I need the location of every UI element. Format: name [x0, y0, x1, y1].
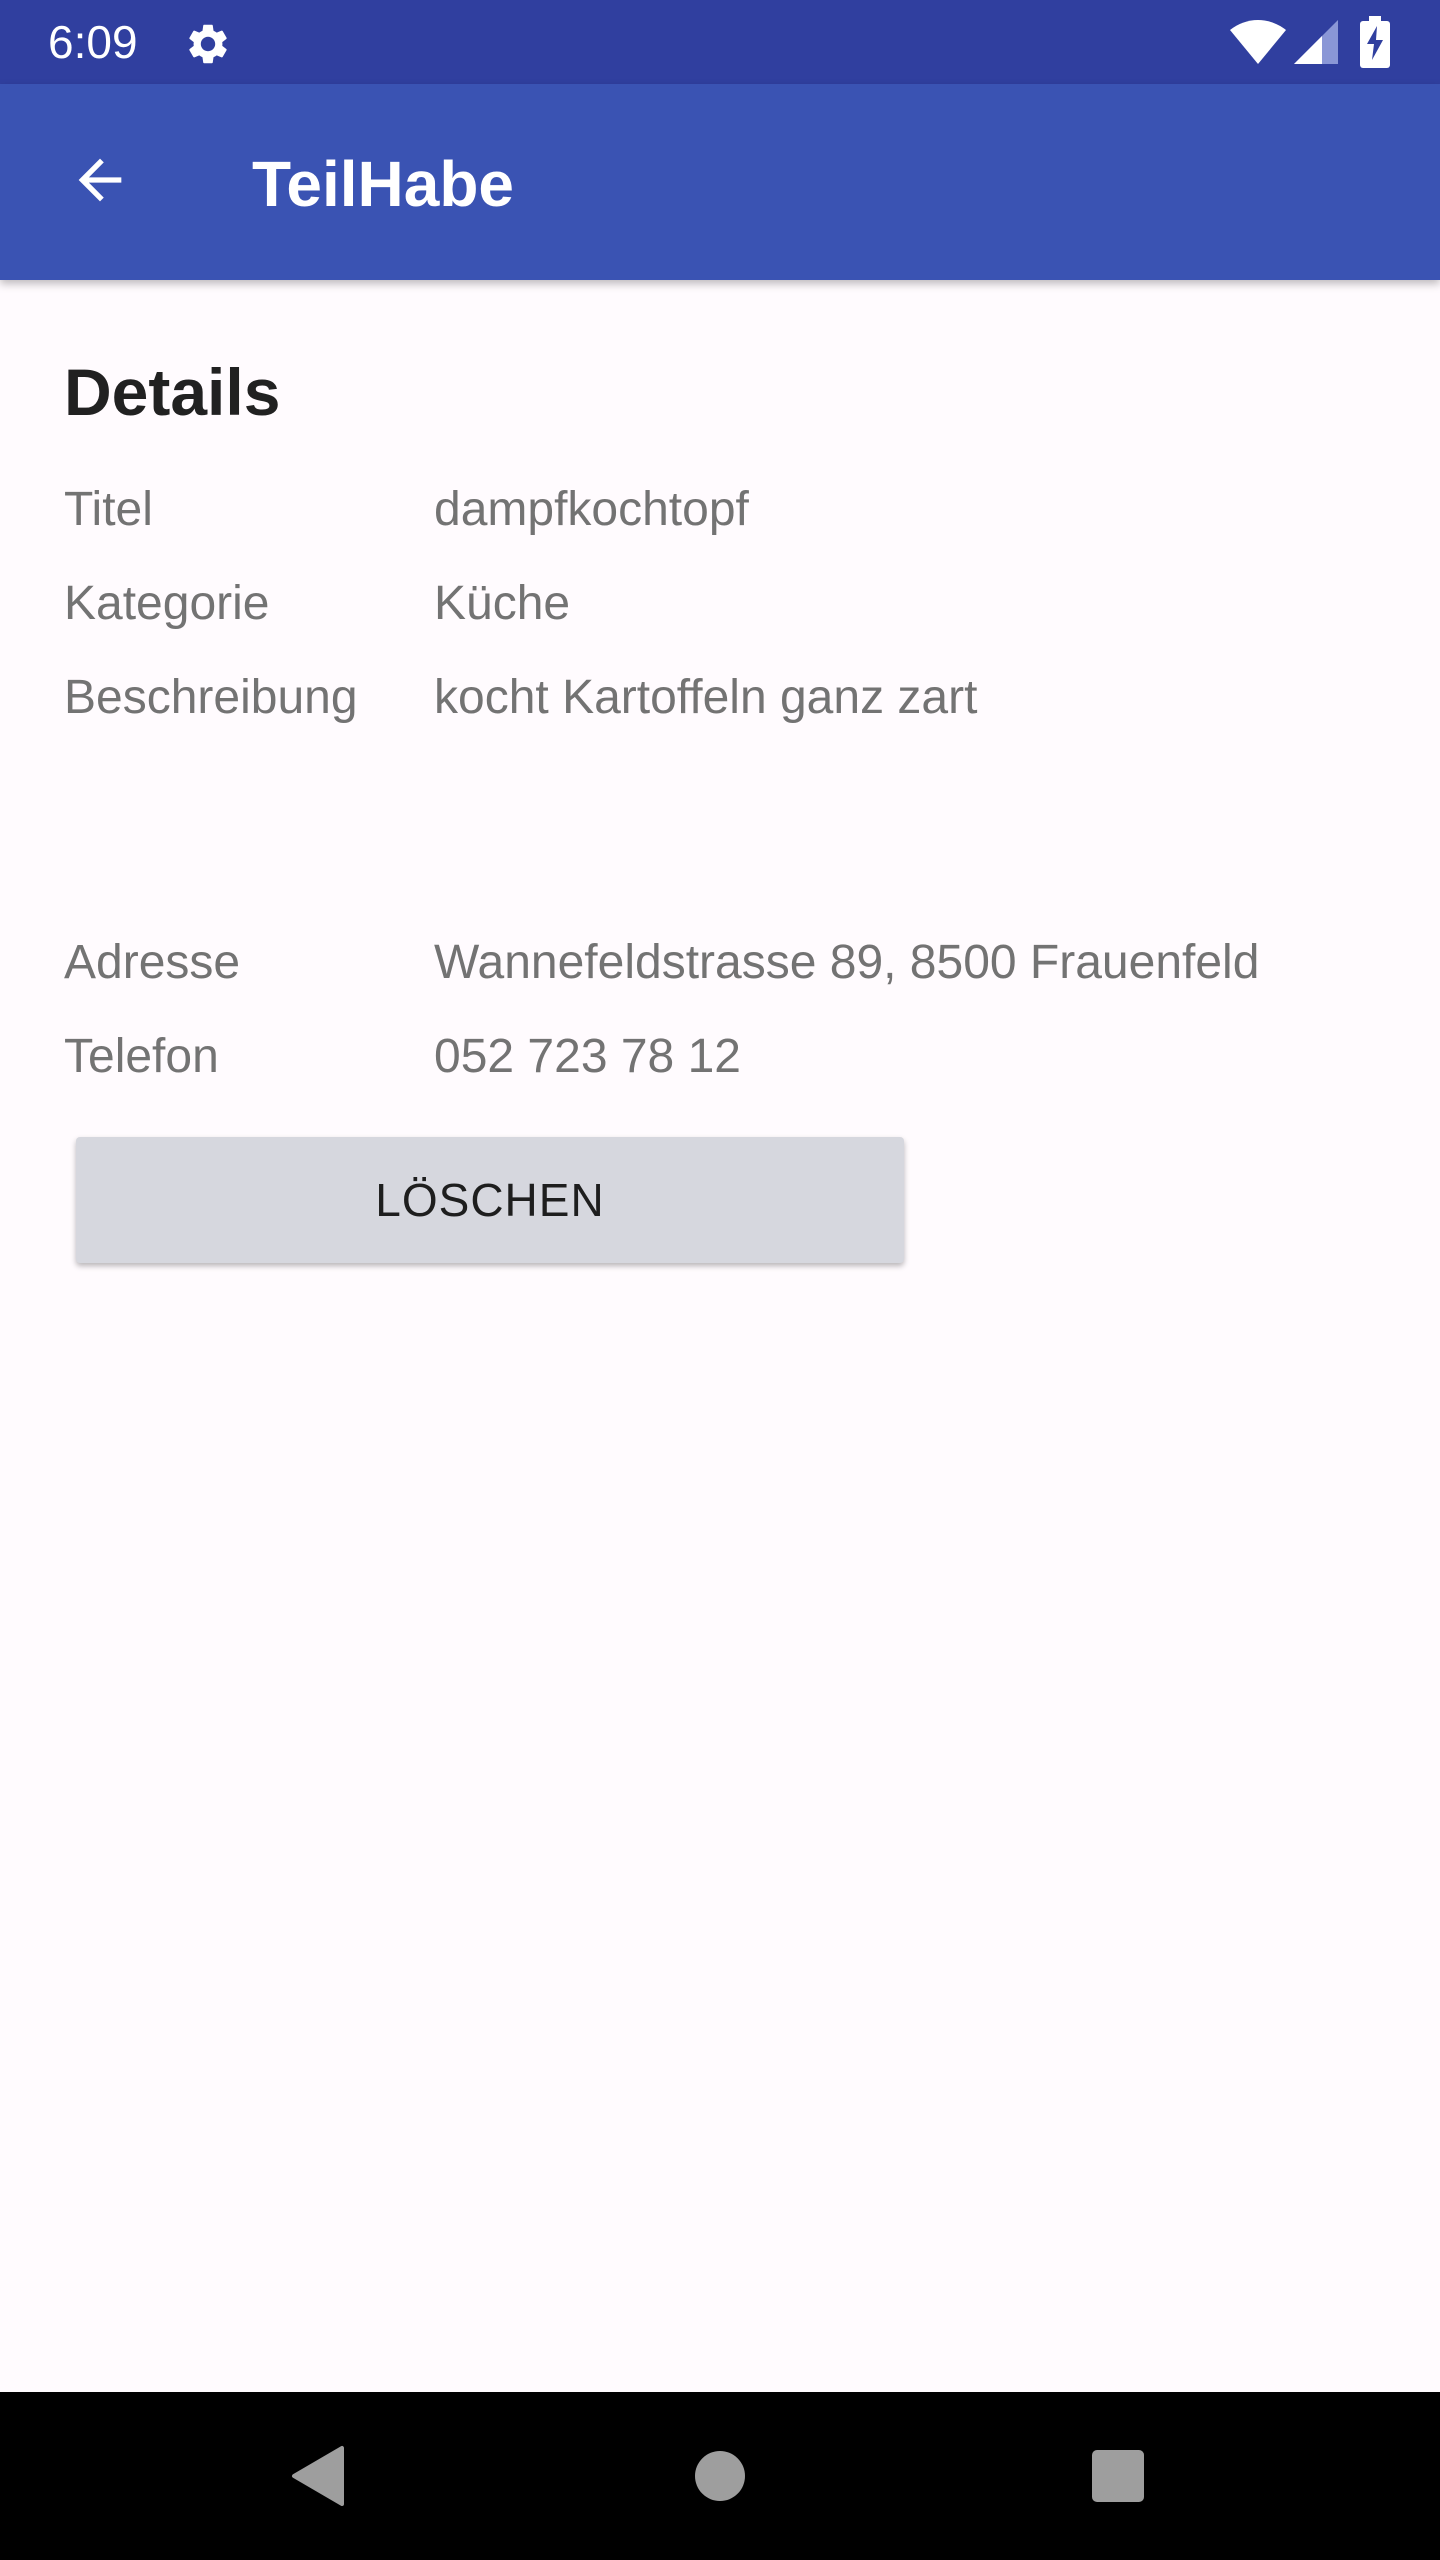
- detail-value: kocht Kartoffeln ganz zart: [434, 671, 978, 724]
- signal-icon: [1294, 20, 1338, 64]
- nav-recents-icon: [1092, 2450, 1144, 2502]
- nav-back-button[interactable]: [268, 2426, 368, 2526]
- back-button[interactable]: [48, 128, 152, 232]
- detail-label: Titel: [64, 483, 153, 536]
- wifi-icon: [1230, 20, 1286, 64]
- detail-label: Kategorie: [64, 577, 270, 630]
- detail-row-beschreibung: Beschreibung kocht Kartoffeln ganz zart: [64, 666, 1384, 730]
- details-heading: Details: [64, 355, 281, 429]
- detail-label: Adresse: [64, 936, 241, 989]
- gear-icon: [189, 24, 227, 64]
- detail-row-telefon: Telefon 052 723 78 12: [64, 1025, 1384, 1089]
- detail-row-adresse: Adresse Wannefeldstrasse 89, 8500 Frauen…: [64, 931, 1384, 995]
- nav-home-icon: [695, 2451, 745, 2501]
- nav-recents-button[interactable]: [1068, 2426, 1168, 2526]
- arrow-left-icon: [78, 158, 122, 202]
- detail-label: Beschreibung: [64, 671, 358, 724]
- app-title: TeilHabe: [252, 148, 514, 220]
- detail-value: 052 723 78 12: [434, 1030, 741, 1083]
- nav-home-button[interactable]: [670, 2426, 770, 2526]
- status-bar: 6:09: [0, 0, 1440, 84]
- delete-button[interactable]: LÖSCHEN: [76, 1137, 904, 1263]
- detail-value: Küche: [434, 577, 571, 630]
- battery-charging-icon: [1360, 16, 1390, 68]
- navigation-bar: [0, 2392, 1440, 2560]
- detail-label: Telefon: [64, 1030, 219, 1083]
- detail-value: dampfkochtopf: [434, 483, 749, 536]
- detail-row-titel: Titel dampfkochtopf: [64, 478, 1384, 542]
- status-time: 6:09: [48, 16, 138, 68]
- detail-row-kategorie: Kategorie Küche: [64, 572, 1384, 636]
- detail-value: Wannefeldstrasse 89, 8500 Frauenfeld: [434, 936, 1260, 989]
- app-bar: TeilHabe: [0, 84, 1440, 280]
- nav-back-icon: [292, 2446, 344, 2506]
